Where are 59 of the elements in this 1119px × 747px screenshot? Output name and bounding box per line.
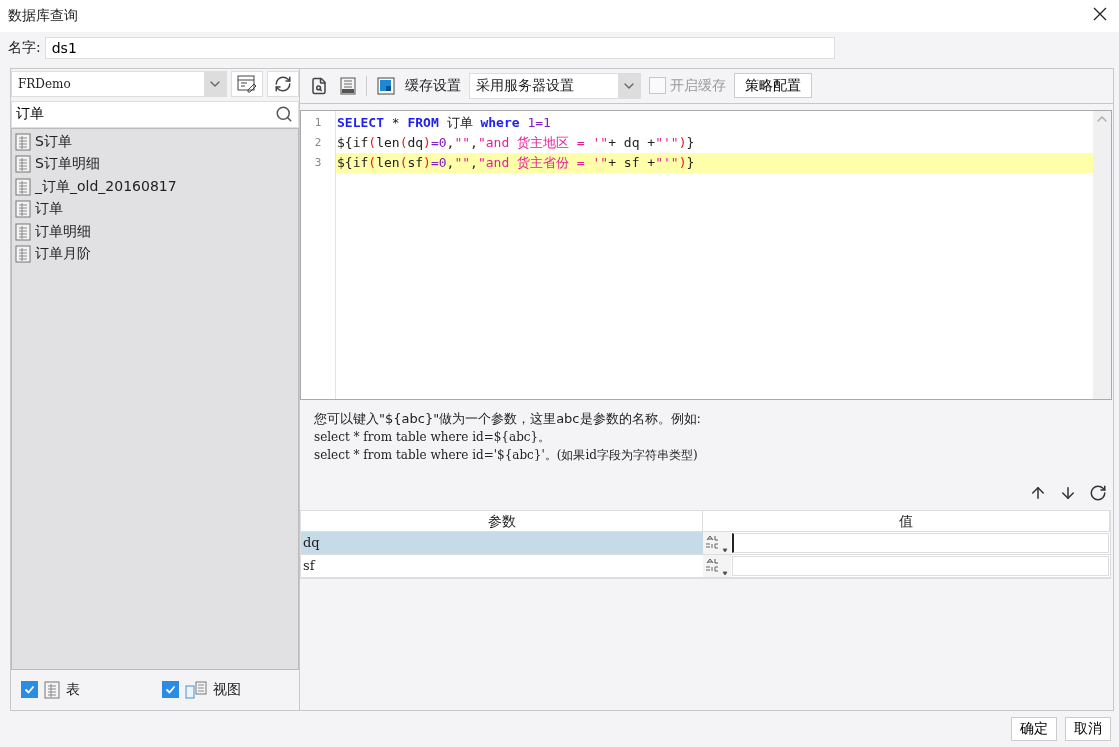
dialog-button[interactable]: 取消 <box>1065 717 1111 741</box>
refresh-icon <box>1089 483 1107 502</box>
line-number: 2 <box>313 134 323 151</box>
table-list-item[interactable]: S订单 <box>12 130 298 154</box>
checkbox-label: 表 <box>66 681 80 699</box>
check-icon <box>24 684 35 696</box>
table-icon <box>15 222 31 241</box>
value-field[interactable] <box>732 532 1109 553</box>
column-header: 参数 <box>301 510 703 532</box>
sql-button[interactable] <box>338 74 358 97</box>
hint-text: select * from table where id='${abc}'。(如果id字段为字符串类型) <box>314 446 699 464</box>
table-list-item[interactable]: 订单明细 <box>12 220 298 244</box>
table-list-item[interactable]: 订单月阶 <box>12 243 298 266</box>
view-icon <box>185 681 207 699</box>
window-edit-icon <box>237 74 257 93</box>
type-icon[interactable] <box>703 554 731 577</box>
sql-editor[interactable]: 1 2 3 SELECT * FROM 订单 where 1=1 ${if(len(dq)=0,"","and 货主地区 = '"+ dq +"'")} ${if(len(sf)=0,"","and 货主省份 = '"+ sf +"'")} <box>300 109 1112 400</box>
table-cell[interactable]: dq <box>301 531 703 555</box>
cache-label: 缓存设置 <box>405 76 461 95</box>
file-search-icon <box>310 76 328 95</box>
name-field[interactable]: ds1 <box>44 36 835 59</box>
table-icon <box>15 132 31 151</box>
search-icon <box>275 104 293 123</box>
type-icon[interactable] <box>703 531 731 554</box>
datasource-dropdown[interactable]: FRDemo <box>11 70 227 97</box>
cache-button[interactable] <box>375 74 397 97</box>
check-icon <box>165 684 176 696</box>
table-icon <box>15 245 31 264</box>
code-line: ${if(len(dq)=0,"","and 货主地区 = '"+ dq +"'")} <box>336 133 696 152</box>
checkbox-label: 视图 <box>213 681 241 699</box>
checkbox-label: 开启缓存 <box>670 76 726 95</box>
window-title: 数据库查询 <box>8 6 78 25</box>
dialog-button[interactable]: 确定 <box>1011 717 1057 741</box>
column-header: 值 <box>703 510 1110 532</box>
refresh-icon <box>274 74 292 93</box>
hint-text: 您可以键入"${abc}"做为一个参数，这里abc是参数的名称。例如: <box>314 409 702 428</box>
close-icon <box>1093 7 1107 22</box>
cache-icon <box>377 76 395 95</box>
table-search-field[interactable]: 订单 <box>11 100 299 128</box>
code-line: SELECT * FROM 订单 where 1=1 <box>336 113 552 132</box>
table-icon <box>44 681 60 699</box>
table-list-item[interactable]: 订单 <box>12 198 298 221</box>
table-icon <box>15 200 31 219</box>
sql-file-icon <box>340 76 356 95</box>
table-list-item[interactable]: S订单明细 <box>12 153 298 176</box>
cache-mode-dropdown[interactable]: 采用服务器设置 <box>469 72 641 99</box>
line-number: 3 <box>313 154 323 171</box>
checkbox[interactable] <box>162 681 179 699</box>
checkbox[interactable] <box>21 681 38 699</box>
table-list-item[interactable]: _订单_old_20160817 <box>12 175 298 199</box>
hint-text: select * from table where id=${abc}。 <box>314 428 552 446</box>
table-icon <box>15 155 31 174</box>
value-field[interactable] <box>732 555 1109 576</box>
line-number: 1 <box>313 114 323 131</box>
name-label: 名字: <box>8 38 41 57</box>
refresh-button[interactable] <box>267 70 299 97</box>
connection-settings-button[interactable] <box>231 70 263 97</box>
strategy-button[interactable]: 策略配置 <box>734 73 812 99</box>
table-icon <box>15 177 31 196</box>
